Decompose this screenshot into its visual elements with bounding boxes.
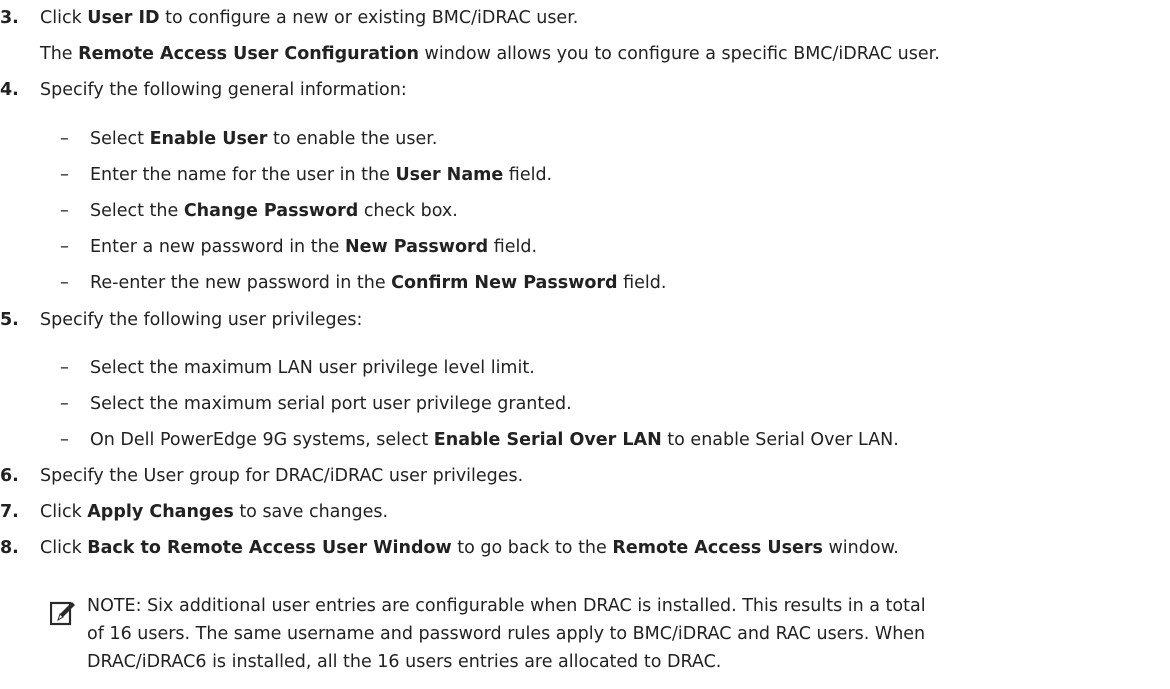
step-3-subtext: The Remote Access User Configuration win… [40, 44, 940, 64]
step-3-text: Click User ID to configure a new or exis… [40, 8, 579, 28]
note-line-3: DRAC/iDRAC6 is installed, all the 16 use… [87, 652, 722, 672]
list-item: – Select the maximum LAN user privilege l… [60, 358, 535, 378]
step-6-text: Specify the User group for DRAC/iDRAC us… [40, 466, 524, 486]
step-number-4: 4. [0, 80, 19, 100]
step-number-3: 3. [0, 8, 19, 28]
step-number-7: 7. [0, 502, 19, 522]
step-number-8: 8. [0, 538, 19, 558]
list-item: – Select Enable User to enable the user. [60, 129, 438, 149]
list-item: – Select the maximum serial port user pri… [60, 394, 572, 414]
note-line-1: NOTE: Six additional user entries are co… [87, 596, 926, 616]
list-item: – Enter the name for the user in the User… [60, 165, 553, 185]
list-item: – Re-enter the new password in the Confir… [60, 273, 667, 293]
pencil-note-icon [50, 601, 75, 626]
step-5-text: Specify the following user privileges: [40, 310, 363, 330]
step-4-text: Specify the following general informatio… [40, 80, 407, 100]
step-8-text: Click Back to Remote Access User Window … [40, 538, 899, 558]
list-item: – Select the Change Password check box. [60, 201, 458, 221]
note-line-2: of 16 users. The same username and passw… [87, 624, 926, 644]
list-item: – Enter a new password in the New Passwor… [60, 237, 538, 257]
step-number-5: 5. [0, 310, 19, 330]
note-label: NOTE: [87, 596, 142, 616]
step-number-6: 6. [0, 466, 19, 486]
step-7-text: Click Apply Changes to save changes. [40, 502, 389, 522]
list-item: – On Dell PowerEdge 9G systems, select En… [60, 430, 899, 450]
